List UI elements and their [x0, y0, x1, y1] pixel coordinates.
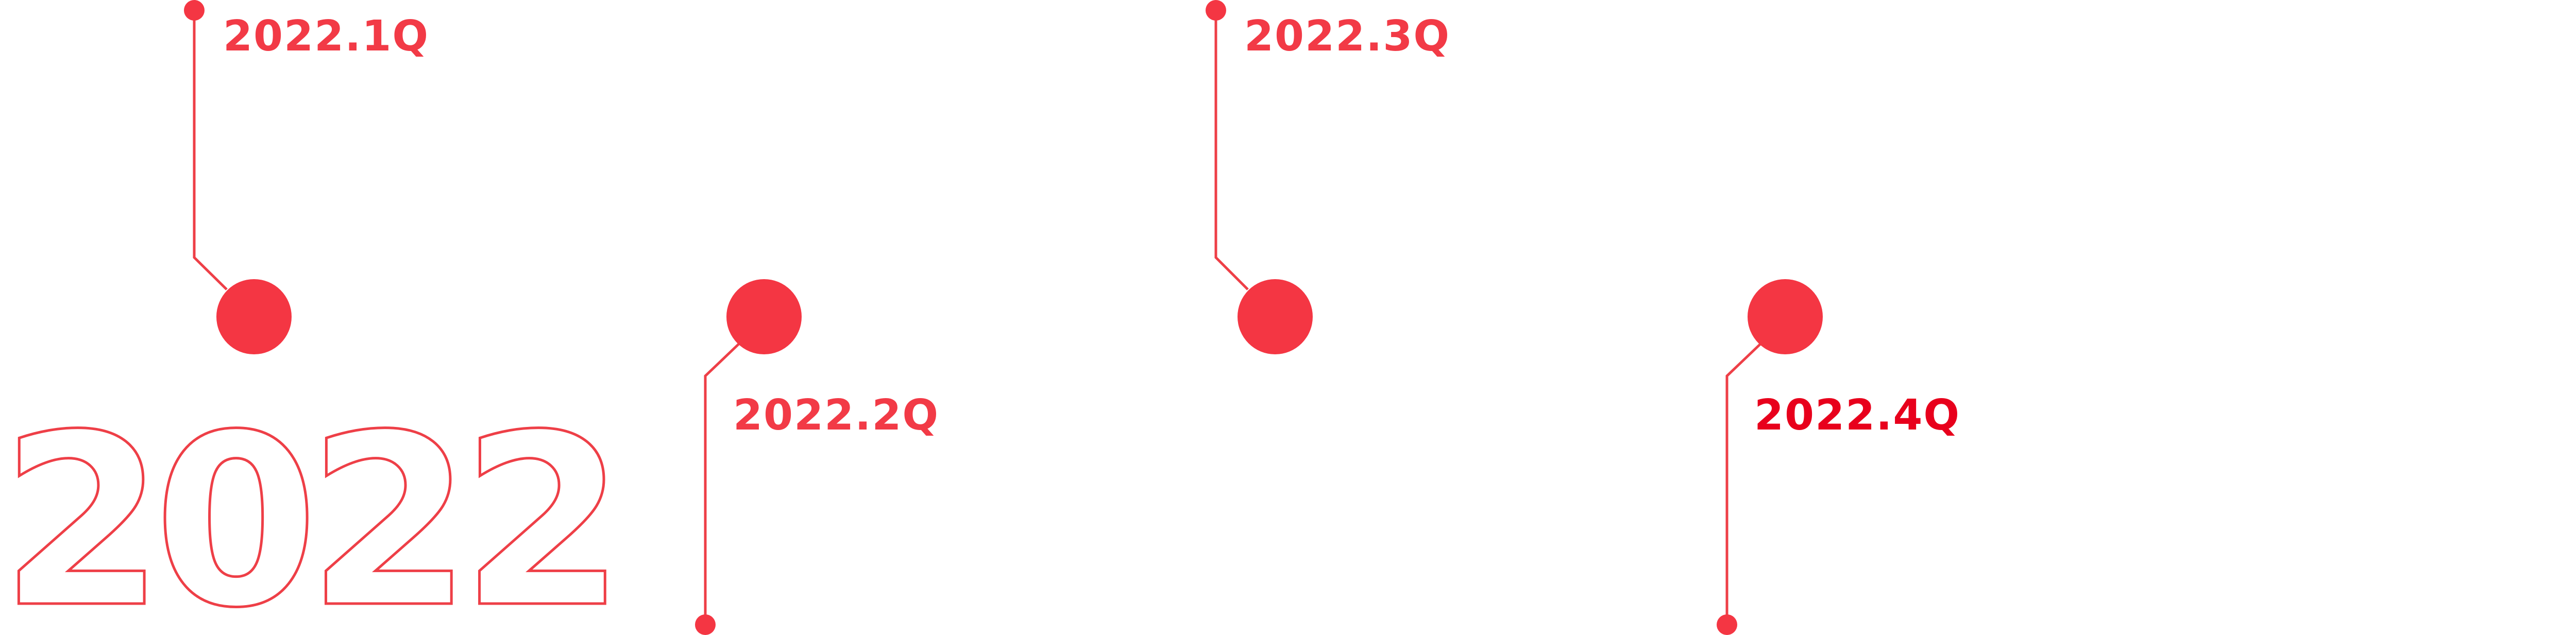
connector-end-dot-1q	[184, 0, 205, 21]
connector-end-dot-3q	[1206, 0, 1226, 21]
connector-line-4q	[1725, 341, 1763, 625]
milestone-dot-1q	[216, 279, 292, 354]
connector-line-1q	[193, 10, 228, 290]
connector-line-2q	[704, 341, 741, 625]
year-outline-text: 2022	[0, 412, 627, 618]
milestone-label-1q: 2022.1Q	[223, 12, 430, 61]
year-label: 2022	[0, 412, 614, 618]
milestone-dot-3q	[1238, 279, 1313, 354]
timeline-diagram: 2022.1Q 2022.2Q 2022.3Q 2022.4Q 2022	[0, 0, 2576, 635]
connector-end-dot-4q	[1717, 614, 1737, 635]
milestone-dot-4q	[1748, 279, 1823, 354]
milestone-dot-2q	[726, 279, 802, 354]
milestone-label-4q: 2022.4Q	[1754, 391, 1961, 440]
milestone-label-2q: 2022.2Q	[733, 391, 940, 440]
milestone-label-3q: 2022.3Q	[1244, 12, 1451, 61]
connector-end-dot-2q	[695, 614, 716, 635]
connector-line-3q	[1214, 10, 1249, 290]
